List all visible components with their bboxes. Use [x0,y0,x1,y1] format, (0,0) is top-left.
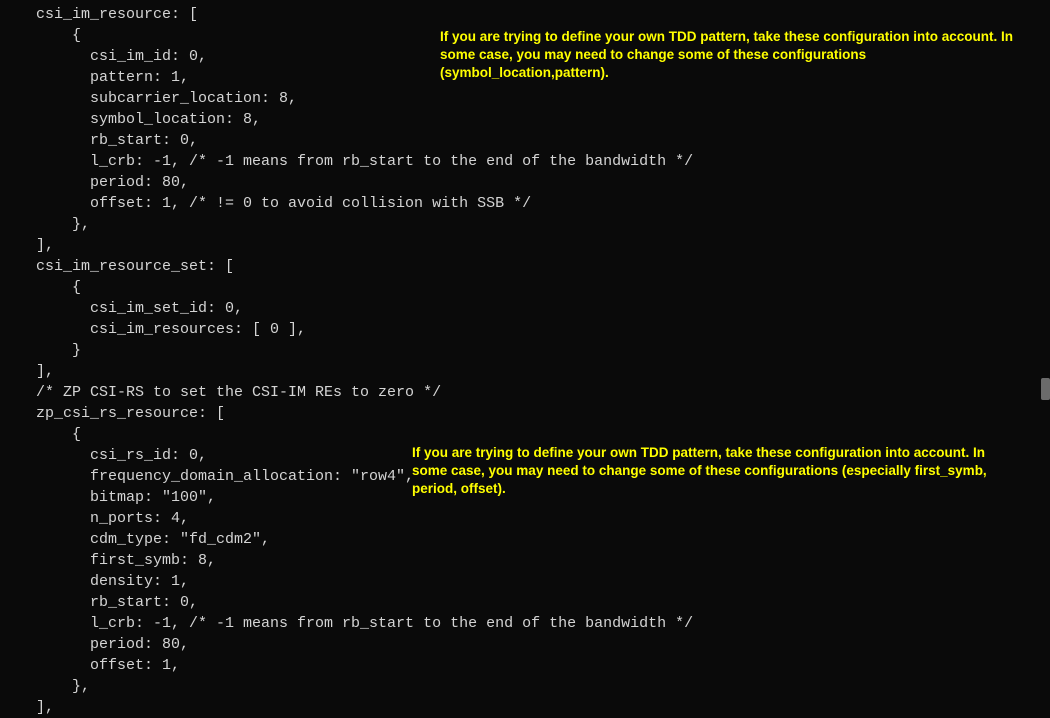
annotation-tdd-zp-csi-rs: If you are trying to define your own TDD… [412,444,1002,499]
code-line: offset: 1, /* != 0 to avoid collision wi… [36,193,1050,214]
code-line: }, [36,676,1050,697]
code-line: csi_im_resources: [ 0 ], [36,319,1050,340]
code-line: { [36,277,1050,298]
code-line: first_symb: 8, [36,550,1050,571]
code-line: } [36,340,1050,361]
code-line: csi_im_resource_set: [ [36,256,1050,277]
code-line: n_ports: 4, [36,508,1050,529]
code-line: ], [36,697,1050,718]
code-line: ], [36,361,1050,382]
code-line: /* ZP CSI-RS to set the CSI-IM REs to ze… [36,382,1050,403]
code-line: cdm_type: "fd_cdm2", [36,529,1050,550]
code-line: l_crb: -1, /* -1 means from rb_start to … [36,151,1050,172]
code-line: rb_start: 0, [36,592,1050,613]
code-block: csi_im_resource: [ { csi_im_id: 0, patte… [36,4,1050,718]
annotation-tdd-csi-im: If you are trying to define your own TDD… [440,28,1030,83]
code-line: symbol_location: 8, [36,109,1050,130]
code-line: csi_im_resource: [ [36,4,1050,25]
code-line: zp_csi_rs_resource: [ [36,403,1050,424]
code-line: l_crb: -1, /* -1 means from rb_start to … [36,613,1050,634]
code-line: period: 80, [36,172,1050,193]
code-line: density: 1, [36,571,1050,592]
scrollbar-thumb[interactable] [1041,378,1050,400]
code-line: ], [36,235,1050,256]
code-line: csi_im_set_id: 0, [36,298,1050,319]
code-line: subcarrier_location: 8, [36,88,1050,109]
code-line: { [36,424,1050,445]
scrollbar-track[interactable] [1041,0,1050,682]
code-line: offset: 1, [36,655,1050,676]
code-line: rb_start: 0, [36,130,1050,151]
code-line: period: 80, [36,634,1050,655]
code-line: }, [36,214,1050,235]
